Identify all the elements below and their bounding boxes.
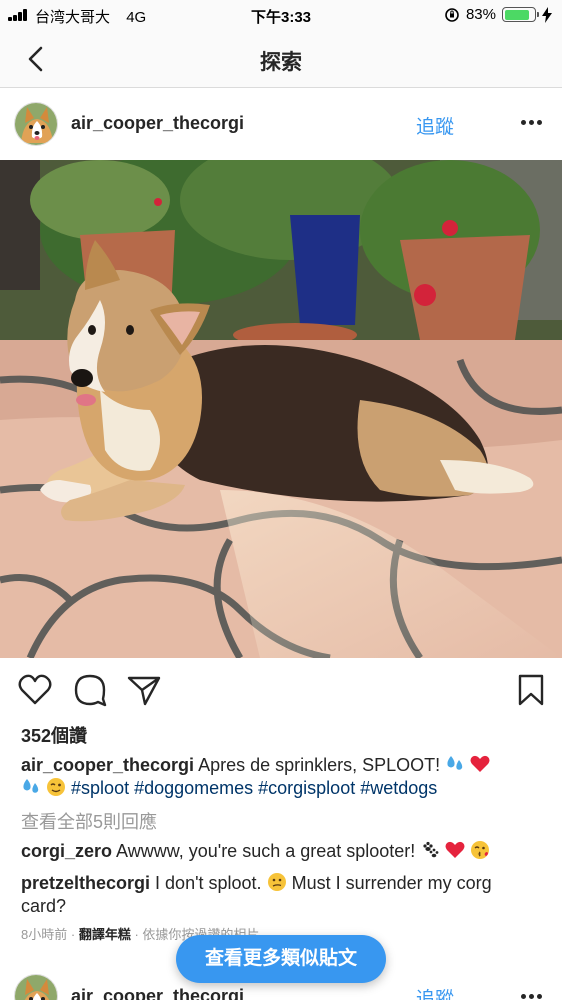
comment-item: pretzelthecorgi I don't sploot. Must I s…	[21, 872, 541, 918]
comment-text: I don't sploot.	[155, 873, 262, 893]
caption-text: Apres de sprinklers, SPLOOT!	[198, 755, 441, 775]
post-caption: air_cooper_thecorgi Apres de sprinklers,…	[21, 754, 541, 800]
red-heart-icon	[470, 755, 490, 772]
see-more-similar-posts-button[interactable]: 查看更多類似貼文	[176, 935, 386, 983]
battery-level	[504, 9, 529, 20]
comment-text: Awwww, you're such a great splooter!	[116, 841, 416, 861]
view-all-comments-link[interactable]: 查看全部5則回應	[21, 808, 157, 834]
page-title: 探索	[260, 51, 302, 74]
charging-bolt-icon	[542, 6, 552, 23]
sweat-droplets-icon	[23, 779, 39, 793]
winking-face-icon	[47, 778, 66, 796]
caption-username[interactable]: air_cooper_thecorgi	[21, 755, 194, 775]
post-photo[interactable]	[0, 160, 562, 658]
kissing-face-icon	[471, 841, 490, 859]
nav-bar: 探索	[0, 30, 562, 88]
like-count[interactable]: 352個讚	[21, 722, 87, 748]
more-options-icon[interactable]	[521, 994, 543, 1000]
caption-hashtags[interactable]: #sploot #doggomemes #corgisploot #wetdog…	[71, 778, 437, 798]
status-bar: 台湾大哥大 4G 下午3:33 83%	[0, 0, 562, 30]
sweat-droplets-icon	[447, 756, 463, 770]
battery-percent: 83%	[465, 6, 496, 23]
post-username[interactable]: air_cooper_thecorgi	[71, 113, 244, 134]
comment-item: corgi_zero Awwww, you're such a great sp…	[21, 840, 541, 863]
red-heart-icon	[445, 841, 465, 858]
battery-icon	[502, 7, 539, 22]
avatar[interactable]	[14, 102, 58, 146]
bookmark-icon[interactable]	[513, 672, 549, 708]
like-heart-icon[interactable]	[17, 672, 53, 708]
post-actions	[0, 668, 562, 712]
orientation-lock-icon	[445, 7, 459, 22]
share-icon[interactable]	[126, 672, 162, 708]
next-post-username[interactable]: air_cooper_thecorgi	[71, 986, 244, 1000]
corgi-photo-image	[0, 160, 562, 658]
more-options-icon[interactable]	[521, 120, 543, 126]
translate-link[interactable]: 翻譯年糕	[79, 927, 131, 942]
comment-username[interactable]: corgi_zero	[21, 841, 112, 861]
confused-face-icon	[267, 873, 286, 891]
avatar[interactable]	[14, 974, 58, 1000]
post-header: air_cooper_thecorgi 追蹤	[0, 88, 562, 160]
paw-prints-icon	[423, 841, 439, 858]
next-follow-button[interactable]: 追蹤	[416, 984, 454, 1000]
comment-username[interactable]: pretzelthecorgi	[21, 873, 150, 893]
status-right: 83%	[444, 6, 552, 23]
corgi-avatar-image	[15, 975, 57, 1000]
comment-icon[interactable]	[72, 672, 108, 708]
follow-button[interactable]: 追蹤	[416, 112, 454, 139]
post-timestamp: 8小時前	[21, 927, 68, 942]
corgi-avatar-image	[15, 103, 57, 145]
